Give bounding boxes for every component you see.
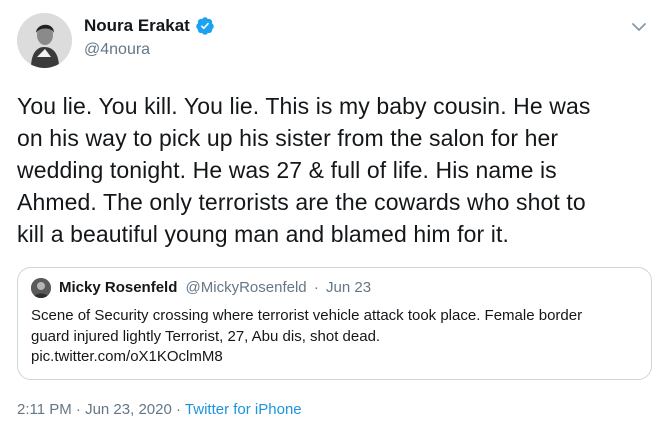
tweet-footer: 2:11 PM · Jun 23, 2020 · Twitter for iPh… [17, 401, 302, 418]
quoted-author-name: Micky Rosenfeld [59, 279, 178, 296]
quoted-tweet-card[interactable]: Micky Rosenfeld @MickyRosenfeld · Jun 23… [17, 267, 652, 380]
author-avatar[interactable] [17, 13, 72, 68]
quoted-tweet-header: Micky Rosenfeld @MickyRosenfeld · Jun 23 [59, 279, 371, 296]
author-name-row: Noura Erakat [84, 16, 215, 36]
tweet-text-line: You lie. You kill. You lie. This is my b… [17, 93, 591, 119]
author-handle[interactable]: @4noura [84, 41, 150, 59]
quoted-separator: · [313, 279, 319, 296]
quoted-media-link: pic.twitter.com/oX1KOclmM8 [31, 348, 223, 365]
tweet-text-line: Ahmed. The only terrorists are the cowar… [17, 189, 586, 215]
tweet-card: Noura Erakat @4noura You lie. You kill. … [0, 0, 671, 433]
tweet-text-line: kill a beautiful young man and blamed hi… [17, 221, 509, 247]
tweet-text-line: on his way to pick up his sister from th… [17, 125, 559, 151]
tweet-body: You lie. You kill. You lie. This is my b… [17, 90, 662, 250]
verified-badge-icon [195, 16, 215, 36]
quoted-tweet-body: Scene of Security crossing where terrori… [31, 306, 641, 368]
tweet-text-line: wedding tonight. He was 27 & full of lif… [17, 157, 557, 183]
tweet-timestamp[interactable]: 2:11 PM · Jun 23, 2020 [17, 401, 172, 418]
footer-separator: · [176, 401, 181, 418]
author-display-name[interactable]: Noura Erakat [84, 16, 190, 36]
quoted-text-line: guard injured lightly Terrorist, 27, Abu… [31, 327, 381, 345]
chevron-down-icon[interactable] [630, 18, 648, 36]
quoted-date: Jun 23 [326, 279, 372, 296]
quoted-author-handle: @MickyRosenfeld [185, 279, 307, 296]
quoted-author-avatar [31, 278, 51, 298]
quoted-text-line: Scene of Security crossing where terrori… [31, 307, 583, 324]
tweet-source-link[interactable]: Twitter for iPhone [185, 401, 302, 418]
